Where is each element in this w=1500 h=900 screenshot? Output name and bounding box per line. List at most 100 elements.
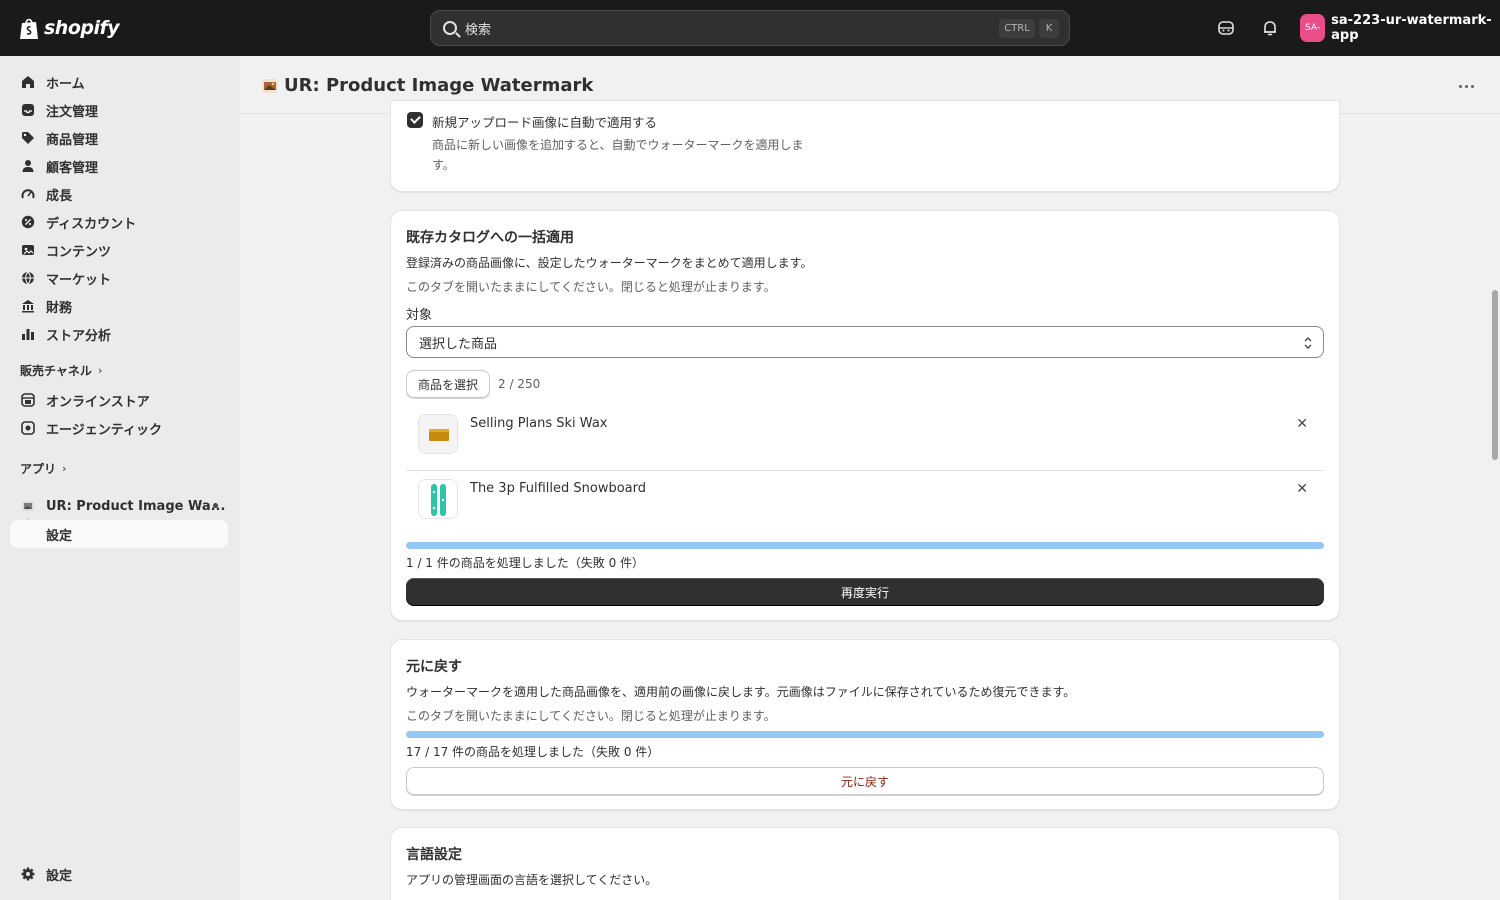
remove-product-button[interactable]: ✕	[1296, 416, 1308, 432]
auto-apply-help-2: す。	[432, 158, 455, 172]
notifications-button[interactable]	[1260, 18, 1280, 38]
sidebar-item-label: 設定	[46, 528, 73, 544]
bell-icon	[1264, 21, 1276, 36]
remove-product-button[interactable]: ✕	[1296, 481, 1308, 497]
bulk-apply-card: 既存カタログへの一括適用 登録済みの商品画像に、設定したウォーターマークをまとめ…	[390, 210, 1340, 621]
product-name: The 3p Fulfilled Snowboard	[470, 481, 646, 496]
language-description: アプリの管理画面の言語を選択してください。	[406, 873, 658, 887]
sidebar-item-online-store[interactable]: オンラインストア	[10, 386, 228, 414]
sidebar-item-content[interactable]: コンテンツ	[10, 236, 228, 264]
select-products-button[interactable]: 商品を選択	[406, 370, 491, 398]
search-icon	[443, 21, 457, 35]
revert-warning: このタブを開いたままにしてください。閉じると処理が止まります。	[406, 709, 776, 723]
sidebar-item-agentic[interactable]: エージェンティック	[10, 414, 228, 442]
product-thumbnail	[418, 479, 458, 519]
sidebar-item-markets[interactable]: マーケット	[10, 264, 228, 292]
shortcut-ctrl-key: CTRL	[999, 19, 1035, 38]
page-title: UR: Product Image Watermark	[284, 75, 594, 96]
bulk-apply-title: 既存カタログへの一括適用	[406, 230, 574, 246]
sidebar-item-app-settings[interactable]: 設定	[10, 520, 228, 548]
bulk-progress-fill	[406, 542, 1324, 549]
gauge-icon	[20, 186, 36, 202]
sidebar-item-label: 財務	[46, 300, 73, 316]
revert-progress-fill	[406, 731, 1324, 738]
auto-apply-label: 新規アップロード画像に自動で適用する	[432, 115, 658, 130]
more-actions-button[interactable]	[1456, 76, 1476, 96]
sidekick-icon	[1218, 21, 1234, 35]
scrollbar[interactable]	[1490, 114, 1500, 900]
sidebar-item-label: コンテンツ	[46, 244, 112, 260]
shopify-logo[interactable]: shopify	[18, 14, 120, 42]
app-logo-icon	[262, 79, 278, 93]
sidebar-item-discounts[interactable]: ディスカウント	[10, 208, 228, 236]
rerun-button[interactable]: 再度実行	[406, 578, 1324, 606]
brand-name: shopify	[44, 17, 120, 39]
inbox-icon	[20, 102, 36, 118]
sidebar-item-finance[interactable]: 財務	[10, 292, 228, 320]
target-label: 対象	[406, 308, 433, 323]
sidebar: ホーム 注文管理 商品管理 顧客管理 成長 ディスカウント コンテンツ マーケッ…	[0, 56, 240, 900]
sales-channels-heading[interactable]: 販売チャネル ›	[20, 360, 102, 380]
sidebar-item-orders[interactable]: 注文管理	[10, 96, 228, 124]
chevron-right-icon: ›	[97, 363, 103, 377]
home-icon	[20, 74, 36, 90]
shortcut-k-key: K	[1039, 19, 1059, 38]
revert-button[interactable]: 元に戻す	[406, 767, 1324, 795]
revert-description: ウォーターマークを適用した商品画像を、適用前の画像に戻します。元画像はファイルに…	[406, 685, 1076, 699]
product-thumbnail	[418, 414, 458, 454]
pin-dot-icon[interactable]	[213, 503, 218, 508]
sidebar-item-label: マーケット	[46, 272, 112, 288]
auto-apply-help-1: 商品に新しい画像を追加すると、自動でウォーターマークを適用しま	[432, 138, 804, 152]
bulk-apply-description: 登録済みの商品画像に、設定したウォーターマークをまとめて適用します。	[406, 256, 813, 270]
selected-count: 2 / 250	[498, 377, 541, 391]
sidekick-button[interactable]	[1216, 18, 1236, 38]
auto-apply-card: 新規アップロード画像に自動で適用する 商品に新しい画像を追加すると、自動でウォー…	[390, 100, 1340, 192]
sidebar-item-label: オンラインストア	[46, 394, 150, 410]
sidebar-item-label: UR: Product Image Wa...	[46, 498, 226, 514]
sidebar-item-products[interactable]: 商品管理	[10, 124, 228, 152]
agentic-icon	[20, 420, 36, 436]
discount-icon	[20, 214, 36, 230]
sidebar-item-label: 成長	[46, 188, 73, 204]
sidebar-item-analytics[interactable]: ストア分析	[10, 320, 228, 348]
sidebar-item-label: エージェンティック	[46, 422, 162, 438]
sidebar-item-settings[interactable]: 設定	[10, 860, 228, 888]
globe-icon	[20, 270, 36, 286]
gear-icon	[20, 866, 36, 882]
bulk-progress-bar	[406, 542, 1324, 549]
revert-title: 元に戻す	[406, 659, 462, 675]
bulk-apply-warning: このタブを開いたままにしてください。閉じると処理が止まります。	[406, 280, 776, 294]
bulk-status: 1 / 1 件の商品を処理しました（失敗 0 件）	[406, 556, 645, 570]
dots-icon	[1458, 84, 1462, 88]
close-icon: ✕	[1296, 481, 1308, 497]
auto-apply-checkbox[interactable]	[407, 112, 423, 128]
content-icon	[20, 242, 36, 258]
search-bar[interactable]: 検索 CTRL K	[430, 10, 1070, 46]
revert-card: 元に戻す ウォーターマークを適用した商品画像を、適用前の画像に戻します。元画像は…	[390, 639, 1340, 810]
store-menu-button[interactable]: SA- sa-223-ur-watermark-app	[1300, 13, 1500, 43]
sidebar-item-label: 顧客管理	[46, 160, 99, 176]
sidebar-item-watermark-app[interactable]: UR: Product Image Wa...	[10, 492, 228, 520]
select-arrows-icon	[1304, 337, 1312, 349]
chevron-right-icon: ›	[62, 461, 67, 475]
bar-chart-icon	[20, 326, 36, 342]
bank-icon	[20, 298, 36, 314]
close-icon: ✕	[1296, 416, 1308, 432]
sidebar-item-label: 注文管理	[46, 104, 99, 120]
sidebar-item-growth[interactable]: 成長	[10, 180, 228, 208]
language-title: 言語設定	[406, 847, 462, 863]
language-card: 言語設定 アプリの管理画面の言語を選択してください。	[390, 827, 1340, 900]
apps-heading[interactable]: アプリ ›	[20, 458, 67, 478]
sidebar-item-home[interactable]: ホーム	[10, 68, 228, 96]
sidebar-item-label: 商品管理	[46, 132, 99, 148]
scrollbar-thumb[interactable]	[1492, 290, 1498, 460]
sidebar-item-label: ディスカウント	[46, 216, 137, 232]
store-icon	[20, 392, 36, 408]
sidebar-item-label: ホーム	[46, 76, 85, 92]
product-name: Selling Plans Ski Wax	[470, 416, 608, 431]
apps-label: アプリ	[20, 461, 57, 476]
app-thumbnail-icon	[20, 498, 36, 514]
target-select[interactable]: 選択した商品	[406, 326, 1324, 358]
store-name: sa-223-ur-watermark-app	[1331, 13, 1492, 43]
sidebar-item-customers[interactable]: 顧客管理	[10, 152, 228, 180]
